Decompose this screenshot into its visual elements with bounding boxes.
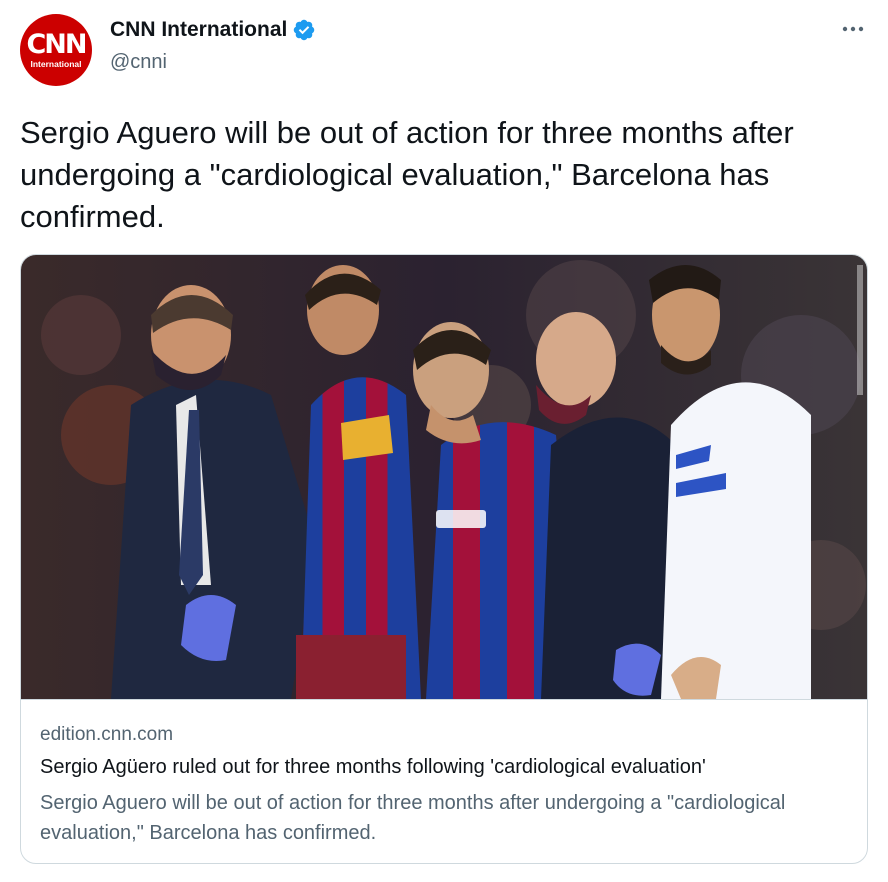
author-name-row: CNN International	[110, 18, 316, 42]
card-title: Sergio Agüero ruled out for three months…	[40, 756, 706, 778]
card-meta[interactable]: edition.cnn.com Sergio Agüero ruled out …	[21, 699, 867, 863]
display-name[interactable]: CNN International	[110, 18, 287, 42]
avatar[interactable]: CNN International	[20, 14, 92, 86]
link-card[interactable]: edition.cnn.com Sergio Agüero ruled out …	[20, 254, 868, 864]
more-horizontal-icon	[842, 26, 864, 32]
more-options-button[interactable]	[840, 16, 866, 42]
tweet-text: Sergio Aguero will be out of action for …	[20, 115, 794, 234]
card-domain: edition.cnn.com	[40, 724, 174, 745]
verified-badge-icon	[294, 19, 315, 41]
avatar-logo-text: CNN	[26, 28, 87, 60]
card-description: Sergio Aguero will be out of action for …	[40, 792, 786, 844]
handle[interactable]: @cnni	[110, 51, 167, 74]
card-image[interactable]	[21, 255, 867, 699]
avatar-logo-subtext: International	[30, 58, 82, 69]
